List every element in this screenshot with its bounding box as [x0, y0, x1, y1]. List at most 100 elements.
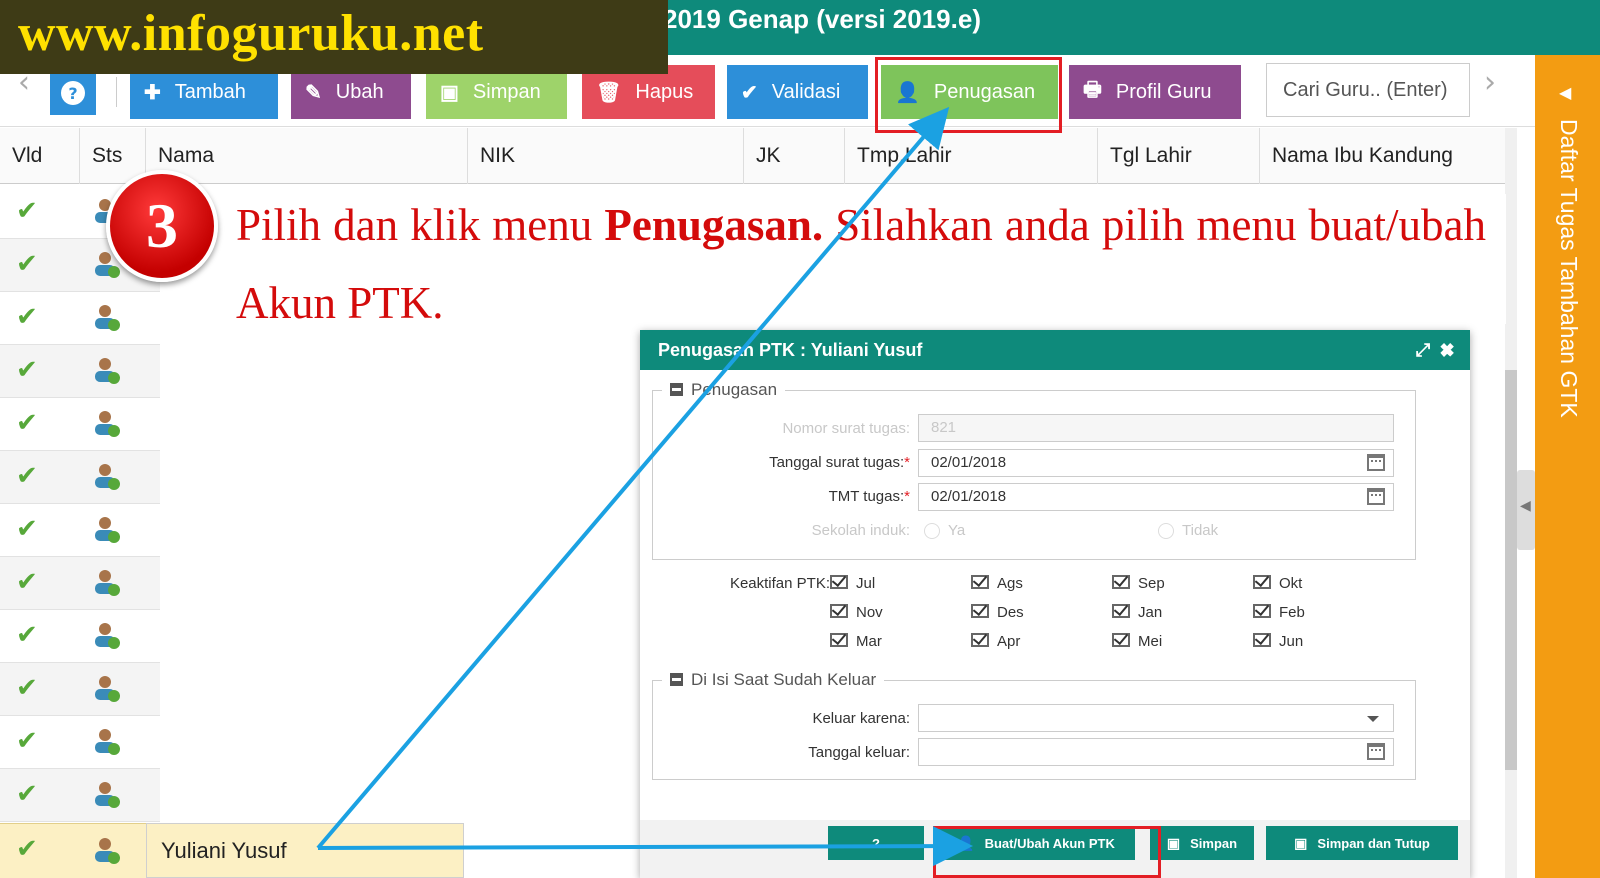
dialog-title: Penugasan PTK : Yuliani Yusuf: [658, 340, 923, 360]
floppy-icon: ▣: [1166, 834, 1181, 851]
month-label: Mar: [856, 633, 882, 650]
maximize-icon[interactable]: ⤢: [1416, 340, 1430, 360]
app-root: 2019 Genap (versi 2019.e) www.infoguruku…: [0, 0, 1600, 878]
table-row[interactable]: ✔: [0, 345, 160, 398]
tanggal-keluar-field[interactable]: [918, 738, 1394, 766]
table-row[interactable]: ✔: [0, 292, 160, 345]
required-mark: *: [904, 454, 910, 471]
month-checkbox[interactable]: Feb: [1253, 603, 1305, 621]
nomor-field[interactable]: 821: [918, 414, 1394, 442]
scrollbar-thumb[interactable]: [1505, 370, 1517, 770]
user-status-icon: [95, 517, 120, 543]
month-checkbox[interactable]: Nov: [830, 603, 883, 621]
app-title: 2019 Genap (versi 2019.e): [663, 4, 981, 34]
month-label: Feb: [1279, 604, 1305, 621]
radio-ya[interactable]: [924, 523, 940, 539]
right-panel[interactable]: ◀ Daftar Tugas Tambahan GTK: [1535, 55, 1600, 878]
table-row[interactable]: ✔: [0, 398, 160, 451]
dialog-help-button[interactable]: ?: [828, 826, 924, 860]
dialog-simpan-button[interactable]: ▣ Simpan: [1150, 826, 1254, 860]
month-checkbox[interactable]: Jul: [830, 574, 875, 592]
validasi-button[interactable]: ✔ Validasi: [727, 65, 868, 119]
month-checkbox[interactable]: Apr: [971, 632, 1020, 650]
table-header: Vld Sts Nama NIK JK Tmp.Lahir Tgl Lahir …: [0, 128, 1505, 184]
help-button[interactable]: ?: [50, 71, 96, 115]
valid-check-icon: ✔: [16, 249, 38, 279]
keluar-karena-select[interactable]: [918, 704, 1394, 732]
month-checkbox[interactable]: Jan: [1112, 603, 1162, 621]
legend-penugasan[interactable]: Penugasan: [662, 380, 786, 400]
tanggal-label-text: Tanggal surat tugas:: [769, 454, 905, 471]
profil-guru-label: Profil Guru: [1115, 80, 1212, 103]
tanggal-field[interactable]: 02/01/2018: [918, 449, 1394, 477]
table-row[interactable]: ✔: [0, 610, 160, 663]
month-label: Mei: [1138, 633, 1163, 650]
month-checkbox[interactable]: Okt: [1253, 574, 1302, 592]
month-checkbox[interactable]: Des: [971, 603, 1024, 621]
table-row[interactable]: ✔: [0, 716, 160, 769]
month-label: Okt: [1279, 575, 1303, 592]
month-checkbox[interactable]: Jun: [1253, 632, 1303, 650]
calendar-icon[interactable]: [1367, 743, 1385, 760]
month-label: Nov: [856, 604, 883, 621]
valid-check-icon: ✔: [16, 673, 38, 703]
table-row[interactable]: ✔: [0, 504, 160, 557]
col-vld[interactable]: Vld: [0, 128, 80, 184]
user-status-icon: [95, 411, 120, 437]
valid-check-icon: ✔: [16, 834, 38, 864]
radio-ya-label: Ya: [948, 522, 966, 539]
check-icon: ✔: [741, 81, 758, 104]
month-checkbox[interactable]: Mar: [830, 632, 882, 650]
checkbox-icon: [971, 604, 989, 618]
checkbox-icon: [1253, 575, 1271, 589]
hapus-label: Hapus: [635, 80, 694, 103]
highlight-penugasan: [875, 57, 1062, 133]
annotation-part-a: Pilih dan klik menu: [236, 200, 605, 250]
col-nama-ibu[interactable]: Nama Ibu Kandung: [1260, 128, 1505, 184]
col-tgl-lahir[interactable]: Tgl Lahir: [1098, 128, 1260, 184]
selected-name-cell[interactable]: Yuliani Yusuf: [146, 823, 464, 878]
highlight-akun-button: [933, 826, 1161, 878]
table-row[interactable]: ✔: [0, 557, 160, 610]
month-label: Apr: [997, 633, 1021, 650]
col-jk[interactable]: JK: [744, 128, 845, 184]
panel-splitter[interactable]: ◀: [1517, 470, 1535, 550]
table-row[interactable]: ✔: [0, 663, 160, 716]
table-row[interactable]: ✔: [0, 451, 160, 504]
checkbox-icon: [830, 633, 848, 647]
collapse-left-icon: ◀: [1520, 498, 1531, 514]
tmt-label-text: TMT tugas:: [828, 488, 905, 505]
calendar-icon[interactable]: [1367, 488, 1385, 505]
legend-keluar[interactable]: Di Isi Saat Sudah Keluar: [662, 670, 885, 690]
month-checkbox[interactable]: Sep: [1112, 574, 1165, 592]
radio-tidak-label: Tidak: [1182, 522, 1219, 539]
radio-tidak[interactable]: [1158, 523, 1174, 539]
month-label: Jul: [856, 575, 876, 592]
simpan-dan-tutup-button[interactable]: ▣ Simpan dan Tutup: [1266, 826, 1458, 860]
dialog-simpan-label: Simpan: [1190, 835, 1238, 851]
tmt-field[interactable]: 02/01/2018: [918, 483, 1394, 511]
checkbox-icon: [1112, 604, 1130, 618]
tanggal-label: Tanggal surat tugas:*: [680, 454, 910, 471]
help-icon: ?: [872, 835, 880, 851]
scroll-right-icon[interactable]: ›: [1484, 65, 1496, 100]
profil-guru-button[interactable]: 🖶 Profil Guru: [1069, 65, 1241, 119]
floppy-icon: ▣: [1294, 834, 1308, 851]
close-icon[interactable]: ✖: [1440, 340, 1454, 360]
user-status-icon: [95, 623, 120, 649]
col-nik[interactable]: NIK: [468, 128, 744, 184]
col-nama[interactable]: Nama: [146, 128, 468, 184]
tmt-label: TMT tugas:*: [680, 488, 910, 505]
right-panel-label: Daftar Tugas Tambahan GTK: [1556, 119, 1582, 418]
valid-check-icon: ✔: [16, 355, 38, 385]
month-checkbox[interactable]: Mei: [1112, 632, 1162, 650]
user-status-icon: [95, 676, 120, 702]
calendar-icon[interactable]: [1367, 454, 1385, 471]
month-label: Jan: [1138, 604, 1163, 621]
table-row[interactable]: ✔: [0, 769, 160, 822]
checkbox-icon: [971, 575, 989, 589]
month-checkbox[interactable]: Ags: [971, 574, 1023, 592]
search-input[interactable]: [1266, 63, 1470, 117]
month-label: Ags: [997, 575, 1023, 592]
col-tmp-lahir[interactable]: Tmp.Lahir: [845, 128, 1098, 184]
